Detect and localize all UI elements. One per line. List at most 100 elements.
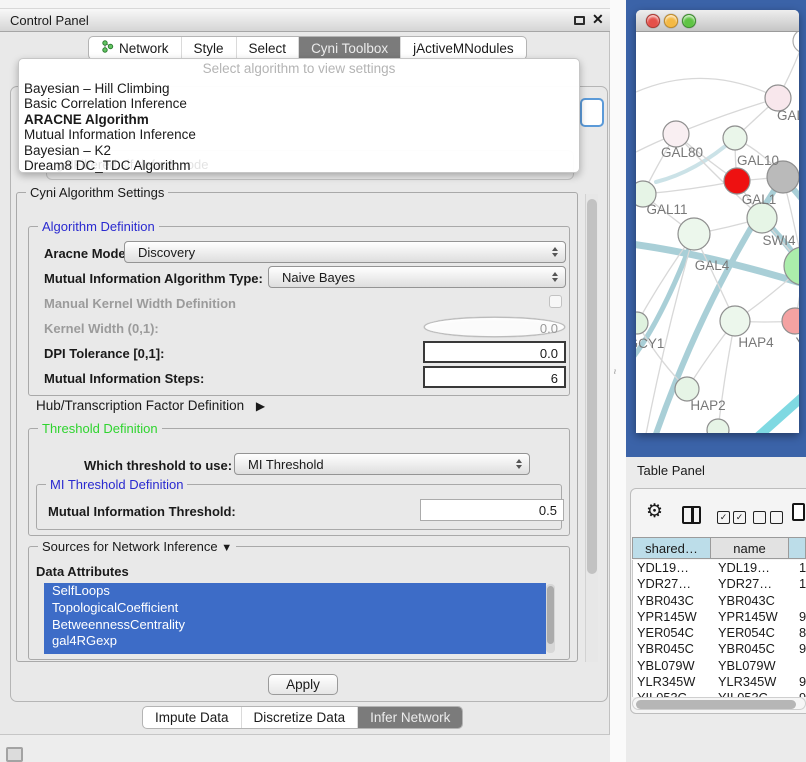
hide-columns-icon[interactable] — [753, 511, 783, 524]
node-label: GAL11 — [646, 202, 687, 217]
mi-steps-label: Mutual Information Steps: — [44, 371, 204, 386]
network-node[interactable] — [636, 312, 648, 334]
tab-cyni-toolbox[interactable]: Cyni Toolbox — [298, 37, 400, 59]
node-label: GAL4 — [695, 258, 730, 273]
hub-definition-toggle[interactable]: Hub/Transcription Factor Definition ▶ — [36, 398, 265, 413]
mi-threshold-label: Mutual Information Threshold: — [48, 504, 236, 519]
apply-button[interactable]: Apply — [268, 674, 338, 695]
mi-type-value: Naive Bayes — [282, 270, 355, 285]
data-attributes-label: Data Attributes — [36, 564, 129, 579]
obscured-combobox-text: galFiltered.sif default node — [56, 157, 208, 172]
settings-scrollbar[interactable] — [585, 194, 598, 662]
list-scrollbar-thumb[interactable] — [547, 586, 554, 644]
table-row[interactable]: YDR27…YDR27…12 — [633, 576, 806, 592]
table-row[interactable]: YBR043CYBR043C — [633, 593, 806, 609]
which-threshold-label: Which threshold to use: — [84, 458, 232, 473]
threshold-definition-legend: Threshold Definition — [38, 421, 162, 436]
minimize-traffic-light[interactable] — [664, 14, 678, 28]
dropdown-item[interactable]: Mutual Information Inference — [19, 127, 579, 142]
table-row[interactable]: YBR045CYBR045C9. — [633, 641, 806, 657]
column-header-name[interactable]: name — [711, 538, 789, 558]
kernel-width-label: Kernel Width (0,1): — [44, 321, 159, 336]
dpi-tolerance-label: DPI Tolerance [0,1]: — [44, 346, 164, 361]
settings-scrollbar-thumb[interactable] — [587, 199, 597, 574]
table-row[interactable]: YER054CYER054C8. — [633, 625, 806, 641]
column-header-extra[interactable] — [789, 538, 805, 558]
which-threshold-value: MI Threshold — [248, 457, 324, 472]
manual-kernel-label: Manual Kernel Width Definition — [44, 296, 236, 311]
table-body: YDL19…YDL19…13 YDR27…YDR27…12 YBR043CYBR… — [632, 560, 806, 697]
network-canvas[interactable]: GAL GAL80 GAL10 GAL1 GAL11 SWI4 GAL4 GCY… — [636, 32, 799, 433]
network-node[interactable] — [678, 218, 710, 250]
table-row[interactable]: YPR145WYPR145W9. — [633, 609, 806, 625]
dropdown-item[interactable]: Basic Correlation Inference — [19, 96, 579, 111]
network-window-titlebar[interactable] — [636, 10, 799, 32]
control-panel-title: Control Panel — [10, 13, 89, 28]
control-panel-bottom-tabs: Impute Data Discretize Data Infer Networ… — [142, 706, 463, 729]
table-horizontal-scrollbar-thumb[interactable] — [636, 700, 796, 709]
float-window-icon[interactable] — [574, 16, 585, 25]
network-node[interactable] — [720, 306, 750, 336]
network-node[interactable] — [747, 203, 777, 233]
table-row[interactable]: YBL079WYBL079W — [633, 658, 806, 674]
combo-arrows-icon — [552, 272, 560, 282]
close-icon[interactable]: ✕ — [592, 11, 604, 28]
mi-type-label: Mutual Information Algorithm Type: — [44, 271, 263, 286]
list-item[interactable]: SelfLoops — [44, 583, 546, 600]
list-item[interactable]: TopologicalCoefficient — [44, 600, 546, 617]
combo-arrows-icon — [552, 247, 560, 257]
tab-infer-network[interactable]: Infer Network — [357, 707, 462, 728]
aracne-mode-value: Discovery — [138, 245, 195, 260]
expanded-arrow-icon: ▼ — [221, 542, 232, 554]
network-node[interactable] — [707, 419, 729, 433]
tab-discretize-data[interactable]: Discretize Data — [241, 707, 358, 728]
show-columns-icon[interactable]: ✓ ✓ — [717, 511, 746, 524]
mi-type-select[interactable]: Naive Bayes — [268, 266, 566, 288]
network-node-selected[interactable] — [724, 168, 750, 194]
mi-threshold-field[interactable]: 0.5 — [420, 499, 564, 521]
mi-steps-field[interactable]: 6 — [423, 366, 566, 388]
tab-jactivemnodules[interactable]: jActiveMNodules — [400, 37, 526, 59]
table-horizontal-scrollbar[interactable] — [632, 697, 806, 710]
collapsed-arrow-icon: ▶ — [256, 399, 265, 413]
zoom-traffic-light[interactable] — [682, 14, 696, 28]
manual-kernel-checkbox[interactable] — [549, 295, 562, 308]
dropdown-item[interactable]: Bayesian – K2 — [19, 143, 579, 158]
minimized-panel-icon[interactable] — [6, 747, 23, 762]
dropdown-item[interactable]: ARACNE Algorithm — [19, 112, 579, 127]
tab-select[interactable]: Select — [236, 37, 299, 59]
dropdown-item[interactable]: Bayesian – Hill Climbing — [19, 81, 579, 96]
list-item[interactable]: BetweennessCentrality — [44, 617, 546, 634]
network-node[interactable] — [782, 308, 799, 334]
document-icon[interactable] — [792, 503, 805, 521]
tab-style[interactable]: Style — [181, 37, 236, 59]
gear-icon[interactable]: ⚙ — [646, 500, 663, 523]
algorithm-dropdown: Select algorithm to view settings Bayesi… — [18, 58, 580, 173]
network-node[interactable] — [793, 32, 799, 53]
table-row[interactable]: YLR345WYLR345W9. — [633, 674, 806, 690]
panel-splitter[interactable]: ~ — [610, 0, 626, 762]
table-row[interactable]: YIL053CYIL053C9 — [633, 690, 806, 697]
list-item[interactable]: gal4RGexp — [44, 633, 546, 650]
algorithm-definition-legend: Algorithm Definition — [38, 219, 159, 234]
table-row[interactable]: YDL19…YDL19…13 — [633, 560, 806, 576]
list-scrollbar[interactable] — [546, 584, 555, 653]
aracne-mode-label: Aracne Mode: — [44, 246, 130, 261]
network-node[interactable] — [663, 121, 689, 147]
sources-legend[interactable]: Sources for Network Inference ▼ — [38, 539, 236, 554]
aracne-mode-select[interactable]: Discovery — [124, 241, 566, 263]
network-tab-icon — [101, 40, 114, 56]
dpi-tolerance-field[interactable]: 0.0 — [423, 341, 566, 363]
which-threshold-select[interactable]: MI Threshold — [234, 453, 530, 475]
split-panel-icon[interactable] — [682, 506, 701, 524]
app-screen: Control Panel ✕ Network Style Select Cyn… — [0, 0, 806, 762]
control-panel-titlebar: Control Panel — [0, 8, 610, 32]
tab-network[interactable]: Network — [89, 37, 181, 59]
splitter-handle[interactable]: ~ — [608, 369, 619, 375]
close-traffic-light[interactable] — [646, 14, 660, 28]
kernel-width-field[interactable]: 0.0 — [424, 317, 565, 337]
column-header-shared-name[interactable]: shared… — [633, 538, 711, 558]
tab-impute-data[interactable]: Impute Data — [143, 707, 241, 728]
network-node[interactable] — [723, 126, 747, 150]
table-panel-title: Table Panel — [637, 463, 705, 478]
